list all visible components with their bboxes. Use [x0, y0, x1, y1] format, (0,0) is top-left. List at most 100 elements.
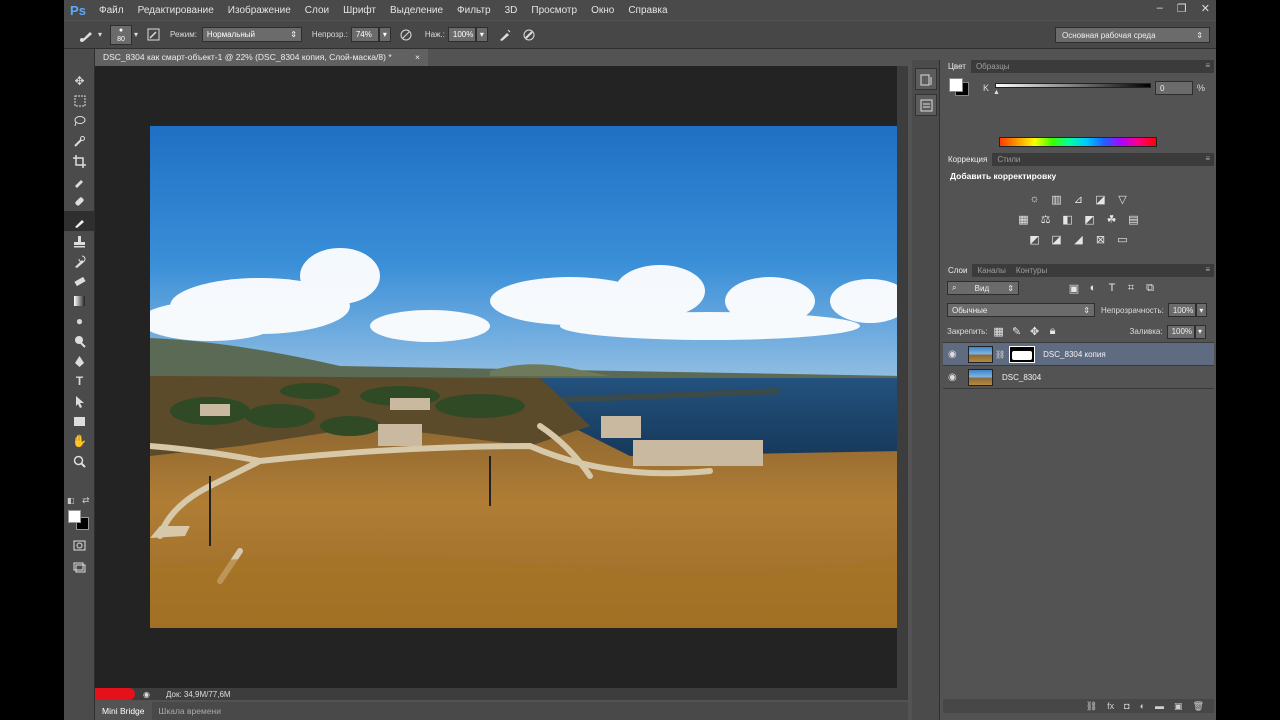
menu-edit[interactable]: Редактирование: [131, 5, 221, 16]
k-slider[interactable]: [995, 83, 1151, 88]
workspace-select[interactable]: Основная рабочая среда ⇕: [1055, 27, 1210, 43]
tab-layers[interactable]: Слои: [943, 264, 973, 277]
mode-select[interactable]: Нормальный ⇕: [201, 27, 302, 42]
layer-opacity-dropdown[interactable]: ▾: [1195, 303, 1207, 317]
fg-color-chip[interactable]: [949, 78, 963, 92]
eraser-tool-icon[interactable]: [64, 271, 95, 291]
lasso-tool-icon[interactable]: [64, 111, 95, 131]
tab-color[interactable]: Цвет: [943, 60, 971, 73]
menu-window[interactable]: Окно: [584, 5, 621, 16]
status-menu-icon[interactable]: ◉: [143, 690, 150, 699]
color-balance-icon[interactable]: ⚖: [1039, 212, 1053, 226]
lock-image-icon[interactable]: ✎: [1010, 325, 1024, 339]
layer-thumbnail[interactable]: [968, 368, 993, 386]
new-layer-icon[interactable]: ▣: [1174, 701, 1183, 712]
swap-colors-icon[interactable]: ⇄: [82, 495, 90, 506]
path-selection-tool-icon[interactable]: [64, 391, 95, 411]
close-tab-icon[interactable]: ×: [415, 52, 420, 63]
history-brush-tool-icon[interactable]: [64, 251, 95, 271]
tab-paths[interactable]: Контуры: [1011, 264, 1052, 277]
menu-filter[interactable]: Фильтр: [450, 5, 498, 16]
posterize-icon[interactable]: ◪: [1050, 232, 1064, 246]
preset-caret-icon[interactable]: ▾: [98, 30, 102, 39]
lock-position-icon[interactable]: ✥: [1028, 325, 1042, 339]
panel-menu-icon[interactable]: ≡: [1205, 61, 1210, 70]
threshold-icon[interactable]: ◢: [1072, 232, 1086, 246]
vibrance-icon[interactable]: ▽: [1116, 192, 1130, 206]
pressure-size-icon[interactable]: [520, 26, 538, 44]
close-icon[interactable]: ✕: [1201, 2, 1210, 15]
photo-filter-icon[interactable]: ◩: [1083, 212, 1097, 226]
lock-all-icon[interactable]: 🔒︎: [1046, 325, 1060, 339]
black-white-icon[interactable]: ◧: [1061, 212, 1075, 226]
brush-panel-icon[interactable]: [144, 26, 162, 44]
link-layers-icon[interactable]: ⛓: [1086, 701, 1097, 712]
filter-shape-icon[interactable]: ⌗: [1124, 281, 1138, 295]
foreground-color-swatch[interactable]: [68, 510, 81, 523]
pressure-field[interactable]: 100%: [447, 27, 476, 42]
rectangle-tool-icon[interactable]: [64, 411, 95, 431]
menu-file[interactable]: Файл: [92, 5, 131, 16]
filter-pixel-icon[interactable]: ▣: [1067, 281, 1081, 295]
airbrush-icon[interactable]: [496, 26, 514, 44]
pressure-opacity-icon[interactable]: [397, 26, 415, 44]
brush-tool-preset-icon[interactable]: [78, 26, 96, 44]
filter-smart-object-icon[interactable]: ⧉: [1143, 281, 1157, 295]
document-tab[interactable]: DSC_8304 как смарт-объект-1 @ 22% (DSC_8…: [95, 49, 428, 66]
k-value-field[interactable]: 0: [1155, 81, 1193, 95]
slider-thumb-icon[interactable]: ▲: [993, 89, 1000, 96]
brush-size-caret-icon[interactable]: ▾: [134, 30, 138, 39]
properties-panel-icon[interactable]: [915, 94, 937, 116]
minimize-icon[interactable]: ‒: [1157, 2, 1163, 15]
curves-icon[interactable]: ⊿: [1072, 192, 1086, 206]
eyedropper-tool-icon[interactable]: [64, 171, 95, 191]
document-image[interactable]: [150, 126, 905, 628]
tab-adjustments[interactable]: Коррекция: [943, 153, 993, 166]
tab-timeline[interactable]: Шкала времени: [152, 706, 228, 716]
quick-mask-icon[interactable]: [64, 535, 95, 555]
tab-channels[interactable]: Каналы: [972, 264, 1010, 277]
tab-swatches[interactable]: Образцы: [971, 60, 1015, 73]
layer-filter-select[interactable]: ⌕ Вид ⇕: [947, 281, 1019, 295]
brush-tool-icon[interactable]: [64, 211, 95, 231]
fill-dropdown[interactable]: ▾: [1194, 324, 1206, 339]
layer-row[interactable]: ◉ ⛓ DSC_8304 копия: [943, 343, 1214, 366]
tab-mini-bridge[interactable]: Mini Bridge: [95, 702, 152, 720]
panel-menu-icon[interactable]: ≡: [1205, 154, 1210, 163]
screen-mode-icon[interactable]: [64, 557, 95, 577]
mask-link-icon[interactable]: ⛓: [995, 350, 1005, 359]
layer-mask-thumbnail[interactable]: [1009, 345, 1036, 363]
canvas-area[interactable]: [95, 66, 908, 688]
menu-layer[interactable]: Слои: [298, 5, 336, 16]
brush-size-picker[interactable]: ● 80: [110, 24, 133, 45]
menu-3d[interactable]: 3D: [498, 5, 525, 16]
filter-type-icon[interactable]: T: [1105, 281, 1119, 295]
opacity-dropdown[interactable]: ▾: [378, 27, 391, 42]
restore-icon[interactable]: ❐: [1177, 2, 1187, 15]
visibility-eye-icon[interactable]: ◉: [948, 349, 962, 360]
pressure-dropdown[interactable]: ▾: [475, 27, 488, 42]
layer-style-icon[interactable]: fx: [1107, 701, 1114, 711]
clone-stamp-tool-icon[interactable]: [64, 231, 95, 251]
blur-tool-icon[interactable]: ●: [64, 311, 95, 331]
move-tool-icon[interactable]: ✥: [64, 71, 95, 91]
blend-mode-select[interactable]: Обычные ⇕: [947, 303, 1095, 317]
menu-select[interactable]: Выделение: [383, 5, 450, 16]
new-adjustment-icon[interactable]: ◐: [1140, 701, 1145, 711]
hand-tool-icon[interactable]: ✋: [64, 431, 95, 451]
add-mask-icon[interactable]: ◘: [1124, 701, 1129, 711]
lock-transparent-icon[interactable]: ▦: [992, 325, 1006, 339]
tab-styles[interactable]: Стили: [992, 153, 1025, 166]
history-panel-icon[interactable]: [915, 68, 937, 90]
hue-saturation-icon[interactable]: ▦: [1017, 212, 1031, 226]
default-colors-icon[interactable]: ◧: [67, 496, 75, 505]
gradient-tool-icon[interactable]: [64, 291, 95, 311]
invert-icon[interactable]: ◩: [1028, 232, 1042, 246]
new-group-icon[interactable]: ▬: [1155, 701, 1164, 711]
color-lookup-icon[interactable]: ▤: [1127, 212, 1141, 226]
layer-row[interactable]: ◉ DSC_8304: [943, 366, 1214, 389]
dodge-tool-icon[interactable]: [64, 331, 95, 351]
color-spectrum-bar[interactable]: [999, 137, 1157, 147]
layer-opacity-field[interactable]: 100%: [1167, 303, 1196, 317]
menu-image[interactable]: Изображение: [221, 5, 298, 16]
